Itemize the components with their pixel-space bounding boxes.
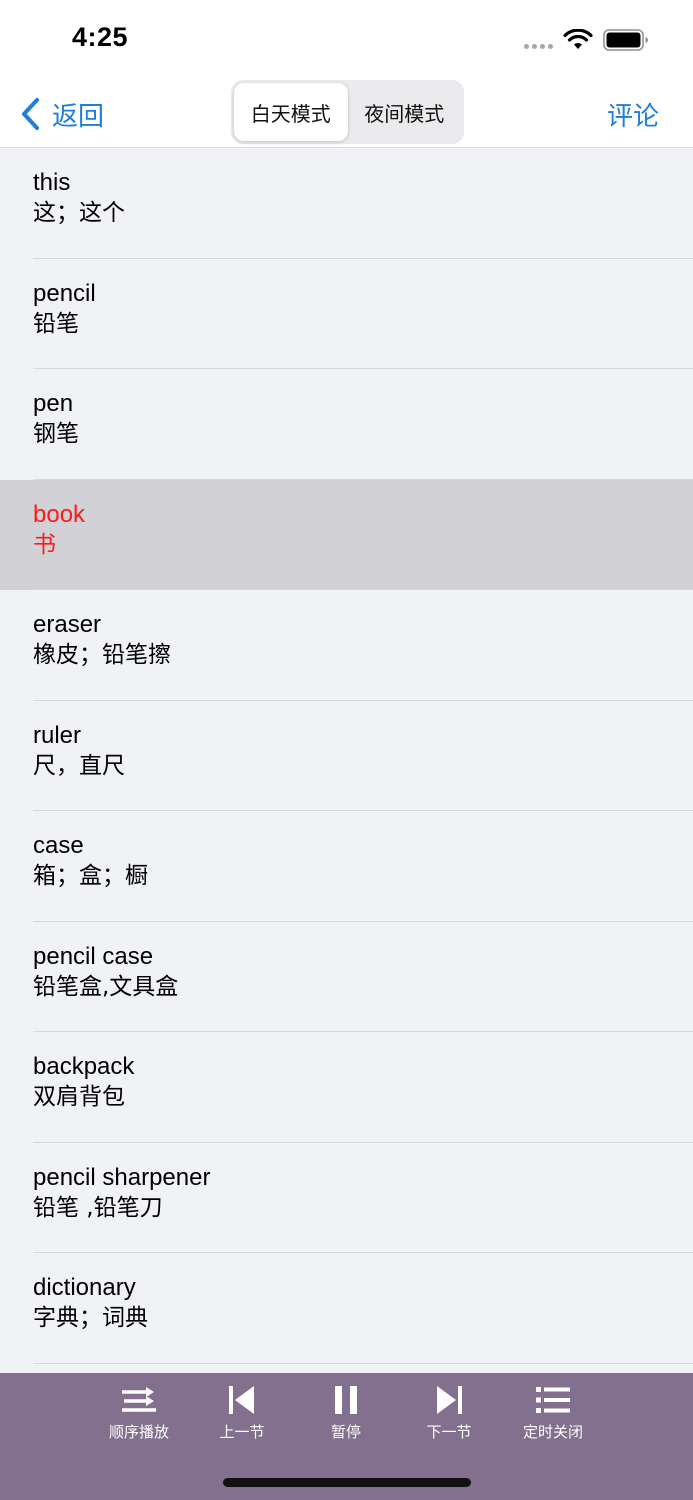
- word-chinese: 箱；盒；橱: [33, 863, 148, 889]
- list-item[interactable]: pen 钢笔: [0, 369, 693, 480]
- sequence-play-button[interactable]: 顺序播放: [89, 1383, 189, 1443]
- word-english: pencil: [33, 279, 96, 307]
- skip-next-icon: [437, 1386, 462, 1414]
- word-chinese: 双肩背包: [33, 1084, 125, 1110]
- list-item[interactable]: pencil case 铅笔盒,文具盒: [0, 922, 693, 1033]
- night-mode-segment[interactable]: 夜间模式: [348, 83, 462, 141]
- back-button[interactable]: 返回: [20, 94, 104, 134]
- timer-close-label: 定时关闭: [522, 1423, 583, 1441]
- status-indicators: [524, 26, 649, 54]
- pause-button[interactable]: 暂停: [296, 1383, 396, 1443]
- list-item[interactable]: eraser 橡皮；铅笔擦: [0, 590, 693, 701]
- status-time: 4:25: [72, 22, 129, 52]
- previous-section-button[interactable]: 上一节: [192, 1383, 292, 1443]
- shuffle-arrows-icon: [122, 1387, 156, 1412]
- word-english: book: [33, 500, 86, 528]
- word-english: pencil sharpener: [33, 1163, 211, 1191]
- home-indicator[interactable]: [223, 1478, 471, 1487]
- cellular-signal-icon: [524, 43, 553, 49]
- timer-close-button[interactable]: 定时关闭: [503, 1383, 603, 1443]
- word-english: pencil case: [33, 942, 154, 970]
- chevron-left-icon: [22, 98, 39, 130]
- status-bar: 4:25: [0, 0, 693, 80]
- nav-bar: 返回 白天模式 夜间模式 评论: [0, 80, 693, 148]
- list-item[interactable]: backpack 双肩背包: [0, 1032, 693, 1143]
- list-item[interactable]: pencil sharpener 铅笔 ,铅笔刀: [0, 1143, 693, 1254]
- word-chinese: 铅笔: [33, 310, 79, 337]
- list-item[interactable]: pencil 铅笔: [0, 259, 693, 370]
- list-item[interactable]: dictionary 字典；词典: [0, 1253, 693, 1364]
- previous-section-label: 上一节: [219, 1423, 265, 1441]
- word-english: ruler: [33, 721, 82, 749]
- word-english: eraser: [33, 611, 102, 638]
- wifi-icon: [563, 29, 593, 49]
- pause-icon: [335, 1386, 357, 1414]
- list-item-current[interactable]: book 书: [0, 479, 693, 590]
- word-list: this 这；这个 pencil 铅笔 pen 钢笔 book 书 eraser…: [0, 148, 693, 1373]
- next-section-button[interactable]: 下一节: [399, 1383, 499, 1443]
- word-chinese: 铅笔盒,文具盒: [33, 973, 179, 1000]
- list-item[interactable]: ruler 尺，直尺: [0, 701, 693, 812]
- word-chinese: 橡皮；铅笔擦: [33, 642, 171, 668]
- word-chinese: 铅笔 ,铅笔刀: [33, 1194, 163, 1221]
- word-english: pen: [33, 390, 74, 417]
- list-icon: [536, 1387, 570, 1413]
- back-label: 返回: [52, 101, 105, 132]
- skip-previous-icon: [229, 1386, 254, 1414]
- word-chinese: 这；这个: [33, 200, 125, 226]
- word-english: backpack: [33, 1053, 135, 1080]
- battery-icon: [603, 29, 648, 51]
- list-item[interactable]: case 箱；盒；橱: [0, 811, 693, 922]
- word-chinese: 尺，直尺: [33, 752, 125, 779]
- word-chinese: 钢笔: [33, 421, 79, 447]
- list-item[interactable]: this 这；这个: [0, 148, 693, 259]
- next-section-label: 下一节: [426, 1423, 472, 1441]
- word-chinese: 字典；词典: [33, 1305, 148, 1331]
- word-english: case: [33, 832, 84, 859]
- day-mode-segment[interactable]: 白天模式: [234, 83, 348, 141]
- sequence-play-label: 顺序播放: [108, 1423, 169, 1441]
- word-english: dictionary: [33, 1274, 136, 1301]
- word-chinese: 书: [33, 531, 56, 558]
- display-mode-segmented-control: 白天模式 夜间模式: [231, 80, 464, 144]
- word-english: this: [33, 169, 71, 196]
- pause-label: 暂停: [330, 1423, 361, 1441]
- comment-button[interactable]: 评论: [607, 94, 659, 134]
